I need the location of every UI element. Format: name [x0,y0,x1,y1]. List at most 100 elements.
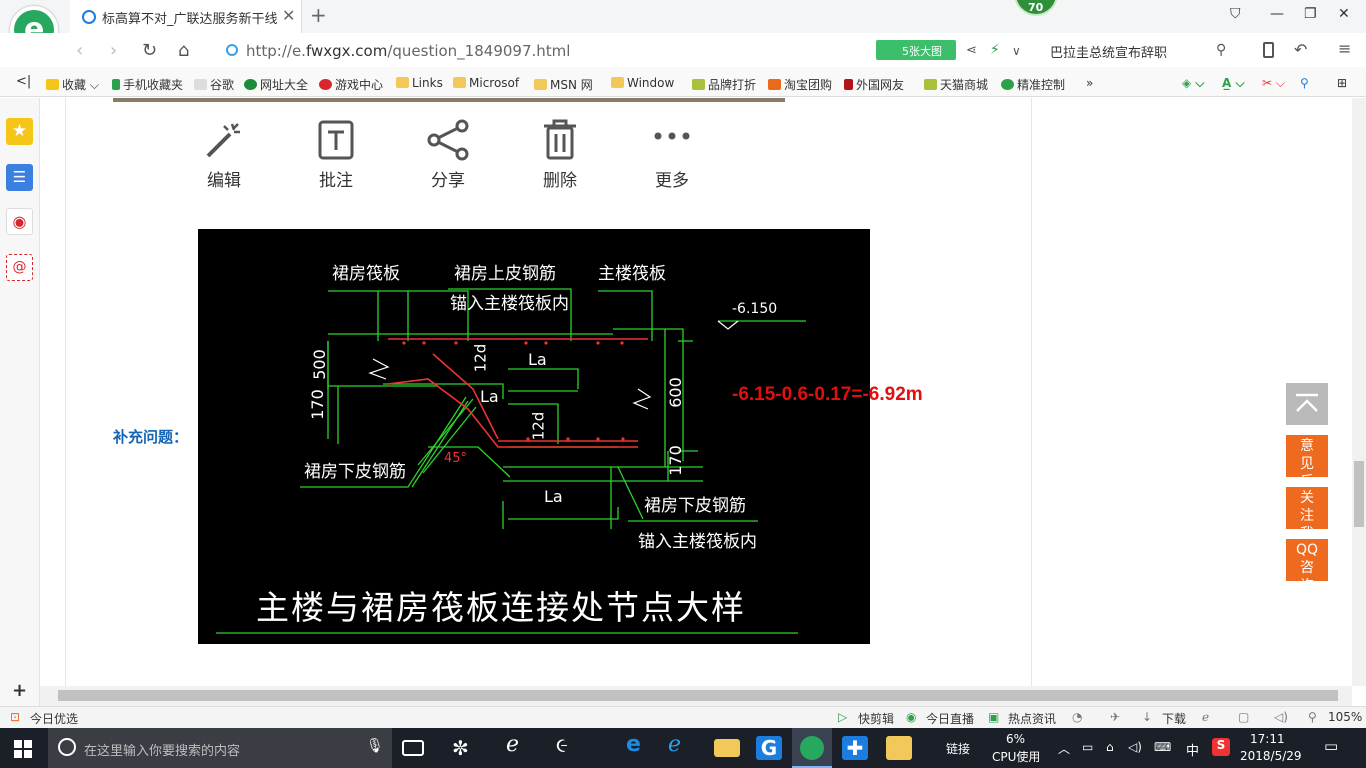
bookmark-item[interactable]: 淘宝团购 [768,76,832,93]
scissors-icon[interactable]: ✂ ⌵ [1262,76,1285,91]
back-to-top-button[interactable] [1286,383,1328,425]
new-tab-button[interactable]: + [310,3,327,27]
email-icon[interactable]: @ [6,254,33,281]
cad-label: 170 [307,389,327,420]
shirt-skin-icon[interactable]: ⛉ [1230,6,1241,22]
feedback-button[interactable]: 意见反馈 [1286,435,1328,508]
qq-consult-button[interactable]: QQ咨询 [1286,539,1328,594]
notification-icon[interactable]: ▭ [1324,737,1338,755]
swirl-app-icon[interactable]: ૯ [556,733,582,757]
bookmark-folder[interactable]: Window [611,76,674,90]
bookmark-item[interactable]: 谷歌 [194,76,234,93]
reading-list-icon[interactable]: ☰ [6,164,33,191]
magnifier-icon[interactable]: ⚲ [1300,76,1309,90]
speed-icon[interactable]: ◔ [1072,710,1082,724]
menu-icon[interactable]: ≡ [1338,39,1351,58]
ie-icon[interactable]: ℯ [506,732,532,757]
bookmark-item[interactable]: 网址大全 [244,76,308,93]
minimize-icon[interactable]: — [1270,6,1284,22]
news-link[interactable]: 热点资讯 [1008,710,1056,727]
bookmark-item[interactable]: 天猫商城 [924,76,988,93]
glodon-app-icon[interactable]: G [756,736,782,760]
microphone-icon[interactable]: 🎙 [366,738,384,754]
back-icon[interactable]: ‹ [76,40,83,61]
link-toolbar[interactable]: 链接 [946,740,970,757]
bookmark-item[interactable]: 品牌打折 [692,76,756,93]
mobile-icon[interactable] [1263,42,1274,58]
pinwheel-app-icon[interactable]: ✼ [452,736,478,760]
search-box[interactable]: 巴拉圭总统宣布辞职 [1050,42,1167,61]
collapse-sidebar-icon[interactable]: <| [16,74,31,89]
refresh-icon[interactable]: ↻ [142,40,157,61]
windows-start-icon[interactable] [14,740,32,758]
volume-icon[interactable]: ◁) [1274,710,1288,724]
live-link[interactable]: 今日直播 [926,710,974,727]
speaker-icon[interactable]: ◁) [1128,740,1142,754]
taskbar-search[interactable]: 在这里输入你要搜索的内容 🎙 [48,728,392,768]
task-view-icon[interactable] [402,740,424,756]
tray-up-icon[interactable]: ︿ [1058,740,1070,757]
edge-icon[interactable]: e [626,732,652,757]
shield-icon[interactable]: ◈ ⌵ [1182,76,1205,91]
edit-button[interactable]: 编辑 [194,118,254,191]
clock-date[interactable]: 2018/5/29 [1240,749,1302,763]
bookmark-folder[interactable]: MSN 网 [534,76,593,93]
apps-grid-icon[interactable]: ⊞ [1337,76,1347,90]
bookmark-folder[interactable]: Links [396,76,443,90]
forward-icon[interactable]: › [110,40,117,61]
pin-icon[interactable]: ✈ [1110,710,1120,724]
big-image-button[interactable]: 5张大图 [876,40,956,60]
undo-icon[interactable]: ↶ [1294,40,1307,59]
download-link[interactable]: 下载 [1162,710,1186,727]
bookmark-folder[interactable]: Microsof [453,76,519,90]
bookmark-item[interactable]: 精准控制 [1001,76,1065,93]
cad-drawing-image[interactable]: 裙房筏板 裙房上皮钢筋 锚入主楼筏板内 主楼筏板 -6.150 500 170 … [198,229,870,644]
bookmark-item[interactable]: 游戏中心 [319,76,383,93]
add-sidebar-icon[interactable]: + [12,680,27,701]
scroll-thumb[interactable] [1354,461,1364,527]
battery-icon[interactable]: ▭ [1082,740,1093,754]
ime-indicator[interactable]: 中 [1186,740,1199,759]
home-icon[interactable]: ⌂ [178,40,189,61]
file-explorer-icon[interactable] [714,739,740,757]
share-button[interactable]: 分享 [418,118,478,191]
favorites-star-icon[interactable]: ★ [6,118,33,145]
translate-icon[interactable]: A̲ ⌵ [1222,76,1245,91]
more-bookmarks-icon[interactable]: » [1086,76,1093,90]
horizontal-scrollbar[interactable] [40,686,1352,706]
delete-button[interactable]: 删除 [530,118,590,191]
more-button[interactable]: 更多 [642,118,702,191]
sogou-ime-icon[interactable]: S [1212,738,1230,756]
clock-time[interactable]: 17:11 [1250,732,1285,746]
quick-clip-link[interactable]: 快剪辑 [858,710,894,727]
keyboard-icon[interactable]: ⌨ [1154,740,1171,754]
url-field[interactable]: http://e.fwxgx.com/question_1849097.html [246,42,570,60]
bookmark-item[interactable]: 手机收藏夹 [112,76,183,93]
plus-app-icon[interactable]: ✚ [842,736,868,760]
tab-close-icon[interactable]: ✕ [282,6,295,25]
notes-app-icon[interactable] [886,736,912,760]
window-close-icon[interactable]: ✕ [1338,6,1350,22]
window-icon[interactable]: ▢ [1238,710,1249,724]
ie-mode-icon[interactable]: ℯ [1202,710,1209,724]
restore-icon[interactable]: ❐ [1304,6,1317,22]
vertical-scrollbar[interactable] [1352,98,1366,686]
lightning-icon[interactable]: ⚡ [990,42,1000,58]
browser-tab[interactable]: 标高算不对_广联达服务新干线 ✕ [70,0,302,33]
search-icon[interactable]: ⚲ [1216,42,1226,58]
weibo-icon[interactable]: ◉ [6,208,33,235]
score-badge[interactable]: 70 [1014,0,1058,16]
bookmark-item[interactable]: 收藏 ⌵ [46,76,99,93]
today-picks-link[interactable]: 今日优选 [30,710,78,727]
cad-label: 12d [529,411,548,441]
ie-taskbar-icon[interactable]: ℯ [668,732,694,757]
share-page-icon[interactable]: ⋖ [966,43,977,58]
follow-us-button[interactable]: 关注我们 [1286,487,1328,560]
chevron-down-icon[interactable]: ∨ [1012,44,1021,58]
annotate-button[interactable]: 批注 [306,118,366,191]
scroll-thumb[interactable] [58,690,1338,701]
network-icon[interactable]: ⌂ [1106,740,1114,754]
zoom-level[interactable]: 105% [1328,710,1362,724]
active-browser-task[interactable] [792,728,832,768]
bookmark-item[interactable]: 外国网友 [844,76,904,93]
